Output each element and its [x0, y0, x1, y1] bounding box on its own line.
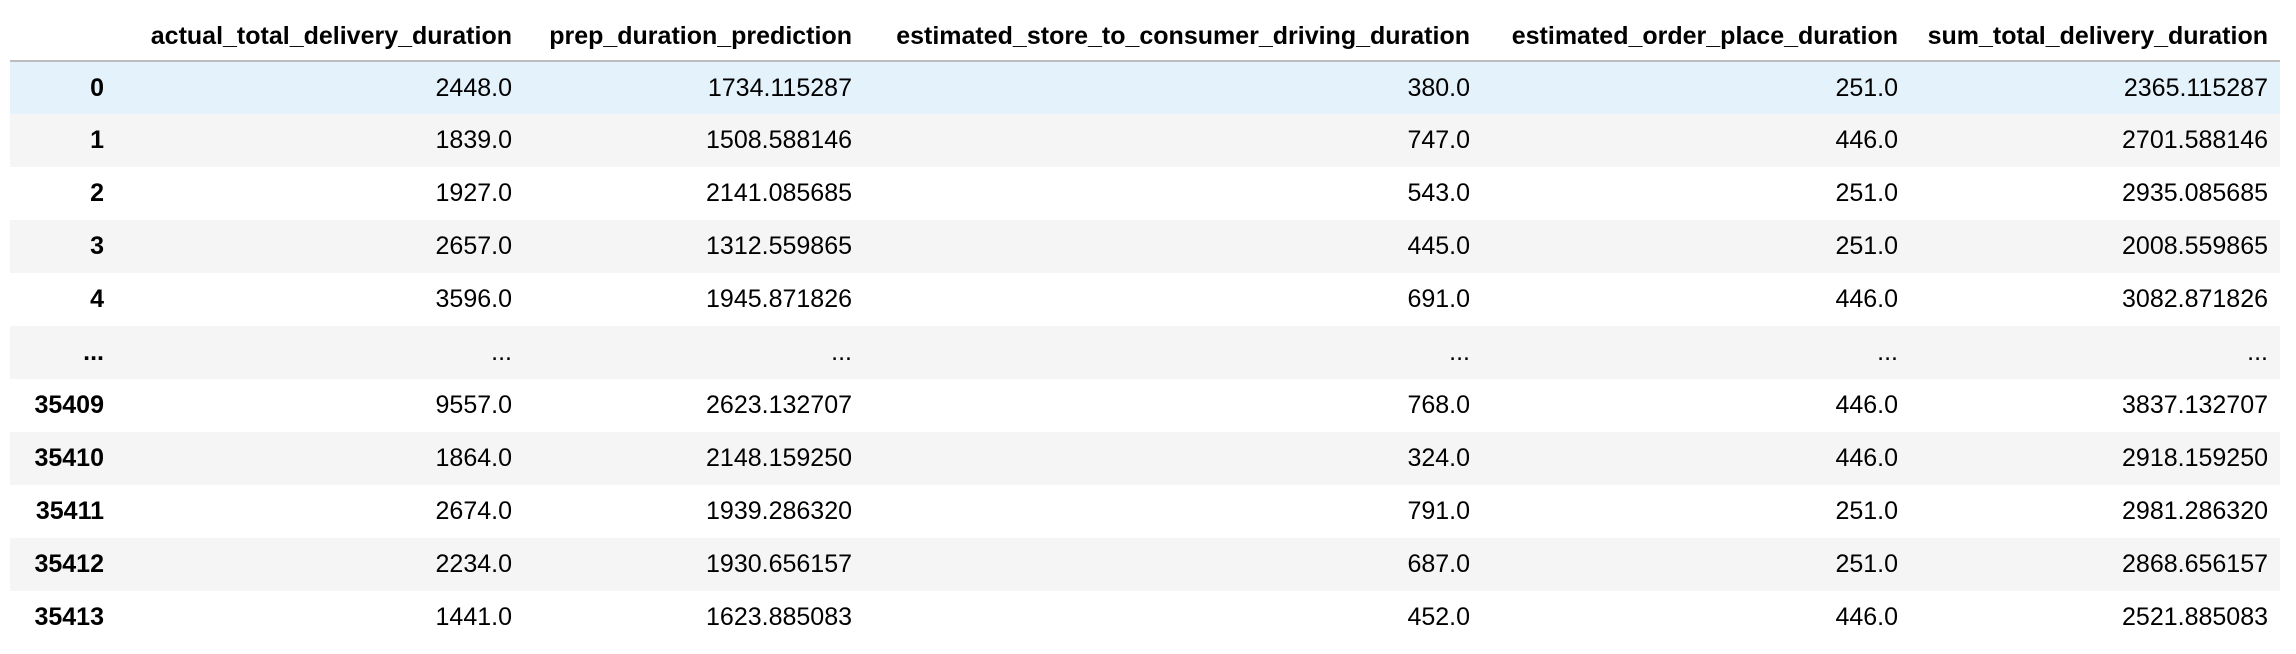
table-row: 35413 1441.0 1623.885083 452.0 446.0 2521.885… — [10, 591, 2280, 644]
table-row: 35409 9557.0 2623.132707 768.0 446.0 3837.132… — [10, 379, 2280, 432]
table-cell: 2448.0 — [435, 73, 512, 102]
table-cell: 1441.0 — [435, 603, 512, 631]
table-cell: 9557.0 — [435, 391, 512, 419]
table-row: 0 2448.0 1734.115287 380.0 251.0 2365.115287 — [10, 61, 2280, 114]
table-row: 35410 1864.0 2148.159250 324.0 446.0 2918.159… — [10, 432, 2280, 485]
table-cell: 687.0 — [1407, 550, 1470, 578]
table-cell: 1864.0 — [435, 444, 512, 472]
table-cell: 324.0 — [1407, 444, 1470, 472]
table-cell: ... — [831, 338, 852, 366]
table-row: 35412 2234.0 1930.656157 687.0 251.0 2868.656… — [10, 538, 2280, 591]
table-cell: 1734.115287 — [707, 73, 852, 102]
table-cell: 1930.656157 — [706, 550, 852, 578]
table-cell: 1623.885083 — [706, 603, 852, 631]
table-row: 4 3596.0 1945.871826 691.0 446.0 3082.871826 — [10, 273, 2280, 326]
row-index: 3 — [90, 232, 104, 260]
dataframe-table: actual_total_delivery_duration prep_dura… — [10, 12, 2280, 644]
dataframe-output: actual_total_delivery_duration prep_dura… — [10, 12, 2280, 644]
row-index: 35413 — [34, 603, 104, 631]
table-cell: 3837.132707 — [2122, 391, 2268, 419]
table-cell: ... — [1877, 338, 1898, 366]
table-cell: 747.0 — [1407, 126, 1470, 154]
table-cell: 452.0 — [1407, 603, 1470, 631]
table-cell: 1939.286320 — [706, 497, 852, 525]
table-cell: 3082.871826 — [2122, 285, 2268, 313]
table-cell: 2521.885083 — [2122, 603, 2268, 631]
column-header-estimated-store-to-consumer-driving-duration: estimated_store_to_consumer_driving_dura… — [864, 12, 1482, 62]
row-index: 35410 — [34, 444, 104, 472]
row-index: 1 — [90, 126, 104, 154]
row-index: ... — [83, 338, 104, 366]
table-cell: 2918.159250 — [2122, 444, 2268, 472]
row-index: 2 — [90, 179, 104, 207]
table-cell: 2981.286320 — [2122, 497, 2268, 525]
column-header-sum-total-delivery-duration: sum_total_delivery_duration — [1910, 12, 2280, 62]
row-index: 0 — [90, 73, 104, 102]
table-cell: 768.0 — [1407, 391, 1470, 419]
table-cell: ... — [2247, 338, 2268, 366]
table-cell: 446.0 — [1835, 444, 1898, 472]
table-cell: 1927.0 — [435, 179, 512, 207]
table-cell: 2148.159250 — [706, 444, 852, 472]
table-cell: 2234.0 — [435, 550, 512, 578]
table-cell: 543.0 — [1407, 179, 1470, 207]
table-cell: 1839.0 — [435, 126, 512, 154]
table-cell: 446.0 — [1835, 126, 1898, 154]
header-row: actual_total_delivery_duration prep_dura… — [10, 12, 2280, 62]
table-cell: 2701.588146 — [2122, 126, 2268, 154]
table-row: 3 2657.0 1312.559865 445.0 251.0 2008.559865 — [10, 220, 2280, 273]
table-header: actual_total_delivery_duration prep_dura… — [10, 12, 2280, 62]
table-cell: 251.0 — [1835, 73, 1898, 102]
table-cell: 251.0 — [1835, 232, 1898, 260]
table-cell: 2935.085685 — [2122, 179, 2268, 207]
table-cell: 2008.559865 — [2122, 232, 2268, 260]
row-index: 35412 — [34, 550, 104, 578]
table-cell: 3596.0 — [435, 285, 512, 313]
table-cell: 445.0 — [1407, 232, 1470, 260]
table-body: 0 2448.0 1734.115287 380.0 251.0 2365.115287 1… — [10, 61, 2280, 644]
column-header-prep-duration-prediction: prep_duration_prediction — [524, 12, 864, 62]
table-cell: 251.0 — [1835, 497, 1898, 525]
table-cell: 791.0 — [1407, 497, 1470, 525]
table-cell: 1312.559865 — [706, 232, 852, 260]
table-cell: 2141.085685 — [706, 179, 852, 207]
table-cell: 1945.871826 — [706, 285, 852, 313]
table-cell: 1508.588146 — [706, 126, 852, 154]
table-cell: 691.0 — [1407, 285, 1470, 313]
table-row: .................. — [10, 326, 2280, 379]
table-cell: 251.0 — [1835, 179, 1898, 207]
column-header-actual-total-delivery-duration: actual_total_delivery_duration — [116, 12, 524, 62]
index-header — [10, 12, 116, 62]
table-cell: ... — [491, 338, 512, 366]
table-cell: 2657.0 — [435, 232, 512, 260]
table-cell: 2623.132707 — [706, 391, 852, 419]
table-row: 1 1839.0 1508.588146 747.0 446.0 2701.588146 — [10, 114, 2280, 167]
table-cell: 380.0 — [1407, 73, 1470, 102]
table-cell: 251.0 — [1835, 550, 1898, 578]
table-cell: 2365.115287 — [2123, 73, 2268, 102]
row-index: 4 — [90, 285, 104, 313]
table-cell: 2674.0 — [435, 497, 512, 525]
table-cell: 446.0 — [1835, 603, 1898, 631]
table-row: 35411 2674.0 1939.286320 791.0 251.0 2981.286… — [10, 485, 2280, 538]
table-cell: 446.0 — [1835, 285, 1898, 313]
table-cell: ... — [1449, 338, 1470, 366]
row-index: 35411 — [35, 497, 104, 525]
row-index: 35409 — [34, 391, 104, 419]
table-cell: 2868.656157 — [2122, 550, 2268, 578]
table-cell: 446.0 — [1835, 391, 1898, 419]
column-header-estimated-order-place-duration: estimated_order_place_duration — [1482, 12, 1910, 62]
table-row: 2 1927.0 2141.085685 543.0 251.0 2935.085685 — [10, 167, 2280, 220]
